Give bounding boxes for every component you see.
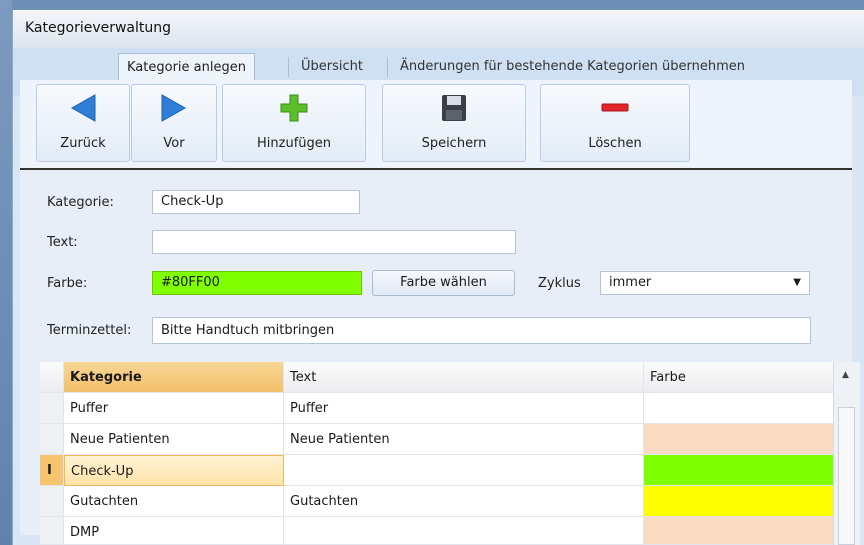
back-label: Zurück xyxy=(60,136,106,151)
row-header[interactable] xyxy=(40,424,64,455)
vertical-scrollbar[interactable]: ▲ xyxy=(833,362,860,545)
table-cell-kategorie-selected[interactable]: Check-Up xyxy=(64,455,284,486)
text-label: Text: xyxy=(47,235,78,250)
table-cell-farbe[interactable] xyxy=(644,486,837,517)
table-cell-text[interactable] xyxy=(284,455,644,486)
table-cell-kategorie[interactable]: DMP xyxy=(64,517,284,545)
table-cell-kategorie[interactable]: Neue Patienten xyxy=(64,424,284,455)
scroll-up-arrow-icon[interactable]: ▲ xyxy=(842,370,849,380)
category-table: Kategorie Text Farbe Puffer Puffer Neue … xyxy=(40,362,837,545)
table-cell-text[interactable]: Neue Patienten xyxy=(284,424,644,455)
arrow-left-icon xyxy=(69,93,97,127)
chevron-down-icon: ▼ xyxy=(793,277,801,288)
add-label: Hinzufügen xyxy=(257,136,331,151)
arrow-right-icon xyxy=(160,93,188,127)
forward-button[interactable]: Vor xyxy=(131,84,217,162)
column-header-kategorie[interactable]: Kategorie xyxy=(64,362,284,393)
add-button[interactable]: Hinzufügen xyxy=(222,84,366,162)
row-header[interactable] xyxy=(40,393,64,424)
table-cell-kategorie[interactable]: Puffer xyxy=(64,393,284,424)
save-label: Speichern xyxy=(421,136,487,151)
table-cell-text[interactable]: Gutachten xyxy=(284,486,644,517)
choose-color-button[interactable]: Farbe wählen xyxy=(372,270,515,296)
cycle-select-value: immer xyxy=(609,275,652,290)
table-cell-farbe[interactable] xyxy=(644,424,837,455)
tab-separator xyxy=(288,57,289,77)
table-cell-text[interactable]: Puffer xyxy=(284,393,644,424)
row-header[interactable] xyxy=(40,486,64,517)
table-cell-farbe[interactable] xyxy=(644,393,837,424)
table-cell-farbe[interactable] xyxy=(644,455,837,486)
floppy-disk-icon xyxy=(440,93,468,127)
row-header-corner xyxy=(40,362,64,393)
row-header[interactable] xyxy=(40,517,64,545)
window-title: Kategorieverwaltung xyxy=(25,20,172,36)
category-input[interactable]: Check-Up xyxy=(152,190,360,214)
tab-apply-changes[interactable]: Änderungen für bestehende Kategorien übe… xyxy=(392,53,753,81)
color-value-field[interactable]: #80FF00 xyxy=(152,271,362,295)
scrollbar-thumb[interactable] xyxy=(838,407,855,545)
delete-label: Löschen xyxy=(588,136,642,151)
column-header-farbe[interactable]: Farbe xyxy=(644,362,837,393)
table-cell-farbe[interactable] xyxy=(644,517,837,545)
tab-separator xyxy=(387,57,388,77)
cycle-label: Zyklus xyxy=(538,276,581,291)
forward-label: Vor xyxy=(163,136,185,151)
tab-overview[interactable]: Übersicht xyxy=(293,53,371,81)
title-bar: Kategorieverwaltung xyxy=(13,10,864,48)
text-cursor-icon: I xyxy=(47,463,52,478)
row-header-selected[interactable]: I xyxy=(40,455,64,486)
tab-create-category[interactable]: Kategorie anlegen xyxy=(118,53,255,82)
table-cell-kategorie[interactable]: Gutachten xyxy=(64,486,284,517)
category-label: Kategorie: xyxy=(47,195,114,210)
minus-icon xyxy=(600,93,630,127)
plus-icon xyxy=(279,93,309,127)
save-button[interactable]: Speichern xyxy=(382,84,526,162)
text-input[interactable] xyxy=(152,230,516,254)
table-cell-text[interactable] xyxy=(284,517,644,545)
column-header-text[interactable]: Text xyxy=(284,362,644,393)
appointment-note-label: Terminzettel: xyxy=(47,323,132,338)
back-button[interactable]: Zurück xyxy=(36,84,130,162)
cycle-select[interactable]: immer ▼ xyxy=(600,271,810,295)
color-label: Farbe: xyxy=(47,276,88,291)
appointment-note-input[interactable]: Bitte Handtuch mitbringen xyxy=(152,317,811,344)
delete-button[interactable]: Löschen xyxy=(540,84,690,162)
desktop-background xyxy=(0,0,12,545)
